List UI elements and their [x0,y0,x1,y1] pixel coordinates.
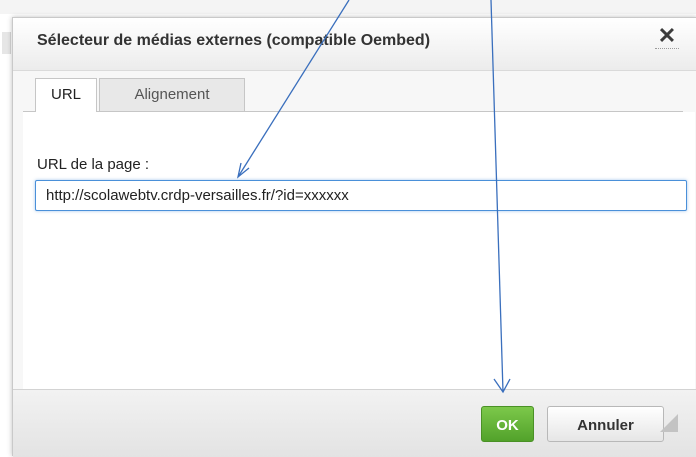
dialog-titlebar[interactable]: Sélecteur de médias externes (compatible… [13,18,696,71]
close-icon[interactable]: ✕ [655,24,679,49]
dialog-tabs: URL Alignement [23,78,683,112]
tab-alignement[interactable]: Alignement [99,78,245,111]
dialog-title: Sélecteur de médias externes (compatible… [37,32,431,49]
resize-grip-icon[interactable] [660,414,678,432]
tab-url[interactable]: URL [35,78,97,112]
background-toolbar-edge [2,32,11,54]
ok-button[interactable]: OK [481,406,534,442]
background-page [0,0,696,14]
dialog-footer: OK Annuler [13,389,696,457]
cancel-button[interactable]: Annuler [547,406,664,442]
media-selector-dialog: Sélecteur de médias externes (compatible… [12,17,696,457]
tab-panel-url: URL de la page : [23,112,695,389]
url-input[interactable] [35,180,687,211]
url-field-label: URL de la page : [37,156,150,173]
